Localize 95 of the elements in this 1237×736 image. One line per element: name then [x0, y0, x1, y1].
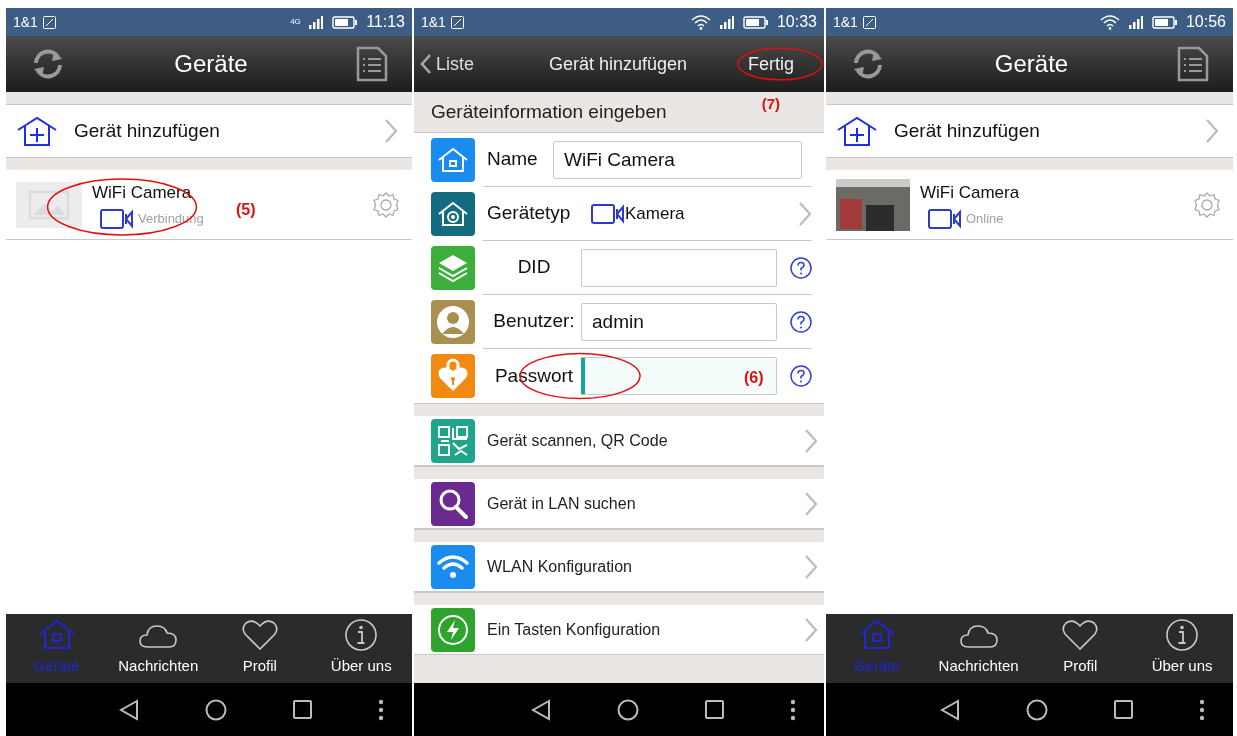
carrier-label: 1&1 [13, 12, 38, 32]
tab[interactable]: Über uns [1137, 617, 1228, 677]
heart-icon [239, 617, 280, 652]
field-value: Kamera [625, 203, 685, 223]
row-label: Gerät hinzufügen [74, 119, 220, 141]
back-button[interactable]: Liste [420, 50, 475, 78]
action-row[interactable]: Gerät scannen, QR Code [414, 416, 824, 466]
more-icon[interactable] [378, 698, 384, 721]
row-label: Gerät in LAN suchen [487, 494, 636, 512]
recents-icon[interactable] [293, 700, 312, 719]
qr-code-icon [431, 418, 475, 463]
notification-icon [42, 15, 56, 29]
network-type-label: 4G [290, 18, 301, 26]
more-icon[interactable] [1199, 698, 1205, 721]
clock-time: 11:13 [366, 12, 405, 32]
field-label: DID [516, 255, 552, 280]
help-icon[interactable] [790, 256, 812, 279]
home-circle-icon[interactable] [1026, 698, 1048, 721]
house-target-icon [431, 192, 475, 236]
wifi-icon [690, 14, 711, 30]
tab[interactable]: Profil [214, 617, 305, 677]
chevron-left-icon [420, 53, 432, 75]
signal-icon [718, 15, 735, 29]
layers-icon [431, 246, 475, 290]
video-camera-icon [100, 208, 134, 229]
help-icon[interactable] [790, 365, 812, 387]
user-icon [431, 300, 475, 344]
screen-title: Geräte [994, 49, 1069, 79]
tab[interactable]: Über uns [316, 617, 407, 677]
device-status: Online [966, 210, 1004, 228]
home-icon [431, 138, 475, 182]
chevron-right-icon [384, 118, 398, 144]
field-label: Benutzer: [492, 309, 576, 334]
help-icon[interactable] [790, 310, 812, 333]
heart-icon [1060, 617, 1101, 652]
annotation-label: (5) [236, 200, 256, 220]
video-camera-icon [928, 208, 962, 229]
list-document-icon[interactable] [356, 46, 388, 82]
carrier-label: 1&1 [421, 12, 446, 32]
search-icon [431, 481, 475, 526]
signal-icon [1127, 15, 1144, 29]
house-plus-icon [836, 116, 878, 146]
lightning-icon [431, 607, 475, 652]
chevron-right-icon [804, 427, 818, 454]
chevron-right-icon [1205, 118, 1219, 144]
home-circle-icon[interactable] [205, 698, 227, 721]
row-label: Gerät hinzufügen [894, 119, 1040, 141]
chevron-right-icon [804, 616, 818, 643]
annotation-label: (7) [761, 94, 780, 114]
tab[interactable]: Nachrichten [113, 617, 204, 677]
wifi-icon [431, 544, 475, 589]
row-label: Gerät scannen, QR Code [487, 431, 668, 449]
video-camera-icon [591, 203, 625, 224]
back-icon[interactable] [119, 698, 139, 721]
back-icon[interactable] [940, 698, 960, 721]
input-field[interactable]: admin [581, 302, 777, 341]
input-field[interactable] [581, 357, 777, 395]
recents-icon[interactable] [1114, 700, 1133, 719]
battery-icon [332, 15, 359, 29]
device-row[interactable]: WiFi Camera Online [826, 170, 1233, 240]
home-circle-icon[interactable] [617, 698, 639, 721]
tab[interactable]: Nachrichten [933, 617, 1024, 677]
list-document-icon[interactable] [1177, 46, 1209, 82]
chevron-right-icon [798, 200, 812, 227]
wifi-icon [1099, 14, 1120, 30]
chevron-right-icon [804, 553, 818, 580]
device-name: WiFi Camera [920, 182, 1021, 205]
field-label: Gerätetyp [487, 201, 572, 226]
clock-time: 10:33 [776, 12, 817, 32]
notification-icon [450, 15, 464, 29]
more-icon[interactable] [790, 698, 796, 721]
section-title: Geräteinformation eingeben [431, 99, 667, 124]
action-row[interactable]: Ein Tasten Konfiguration [414, 605, 824, 655]
carrier-label: 1&1 [833, 12, 858, 32]
heart-lock-icon [431, 354, 475, 398]
action-row[interactable]: WLAN Konfiguration [414, 542, 824, 592]
screen-title: Geräte [174, 49, 248, 79]
notification-icon [862, 15, 876, 29]
row-label: Ein Tasten Konfiguration [487, 620, 661, 638]
clock-time: 10:56 [1185, 12, 1226, 32]
signal-icon [308, 15, 325, 29]
house-plus-icon [16, 116, 58, 146]
back-icon[interactable] [531, 698, 551, 721]
input-field[interactable] [581, 248, 777, 287]
annotation-label: (6) [744, 368, 764, 388]
tab[interactable]: Profil [1035, 617, 1126, 677]
battery-icon [742, 15, 769, 29]
input-field[interactable]: WiFi Camera [553, 140, 802, 179]
field-label: Name [487, 147, 539, 172]
screen-title: Gerät hinzufügen [548, 52, 688, 76]
row-label: WLAN Konfiguration [487, 557, 632, 575]
chevron-right-icon [804, 490, 818, 517]
battery-icon [1151, 15, 1178, 29]
action-row[interactable]: Gerät in LAN suchen [414, 479, 824, 529]
recents-icon[interactable] [705, 700, 724, 719]
